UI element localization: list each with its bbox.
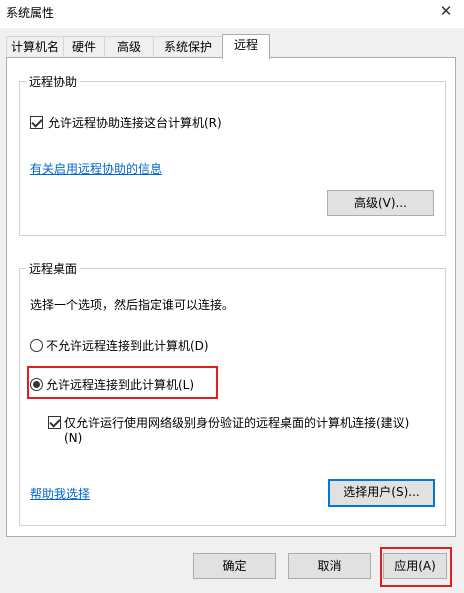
nla-checkbox-label[interactable]: 仅允许运行使用网络级别身份验证的远程桌面的计算机连接(建议): [64, 414, 409, 431]
allow-remote-label[interactable]: 允许远程连接到此计算机(L): [46, 376, 194, 393]
help-me-choose-link[interactable]: 帮助我选择: [30, 485, 90, 502]
apply-button[interactable]: 应用(A): [383, 553, 447, 579]
allow-remote-assistance-label[interactable]: 允许远程协助连接这台计算机(R): [48, 114, 222, 131]
deny-remote-label[interactable]: 不允许远程连接到此计算机(D): [46, 337, 209, 354]
tab-hardware[interactable]: 硬件: [63, 36, 105, 57]
close-icon[interactable]: ✕: [436, 1, 456, 21]
cancel-button[interactable]: 取消: [288, 553, 371, 579]
tab-computer-name[interactable]: 计算机名: [6, 36, 64, 57]
window-title: 系统属性: [6, 6, 55, 20]
remote-assistance-info-link[interactable]: 有关启用远程协助的信息: [30, 160, 162, 177]
title-bar[interactable]: 系统属性 ✕: [0, 0, 464, 28]
remote-assistance-title: 远程协助: [26, 73, 81, 90]
select-users-button[interactable]: 选择用户(S)...: [328, 479, 435, 507]
remote-desktop-description: 选择一个选项，然后指定谁可以连接。: [30, 298, 235, 312]
tab-remote[interactable]: 远程: [222, 34, 270, 59]
remote-assistance-group: 远程协助 允许远程协助连接这台计算机(R) 有关启用远程协助的信息 高级(V).…: [19, 73, 446, 236]
tab-advanced[interactable]: 高级: [104, 36, 154, 57]
nla-checkbox-label-hotkey[interactable]: (N): [64, 431, 82, 445]
remote-tab-panel: 远程协助 允许远程协助连接这台计算机(R) 有关启用远程协助的信息 高级(V).…: [6, 57, 456, 537]
remote-desktop-group: 远程桌面 选择一个选项，然后指定谁可以连接。 不允许远程连接到此计算机(D) 允…: [19, 260, 446, 526]
remote-desktop-title: 远程桌面: [26, 260, 81, 277]
ok-button[interactable]: 确定: [193, 553, 276, 579]
nla-checkbox[interactable]: [48, 416, 61, 429]
allow-remote-assistance-checkbox[interactable]: [30, 116, 43, 129]
advanced-button[interactable]: 高级(V)...: [327, 190, 434, 216]
tab-system-protection[interactable]: 系统保护: [153, 36, 223, 57]
deny-remote-radio[interactable]: [30, 339, 43, 352]
system-properties-window: 系统属性 ✕ 计算机名 硬件 高级 系统保护 远程 远程协助 允许远程协助连接这…: [0, 0, 464, 593]
allow-remote-radio[interactable]: [30, 378, 43, 391]
